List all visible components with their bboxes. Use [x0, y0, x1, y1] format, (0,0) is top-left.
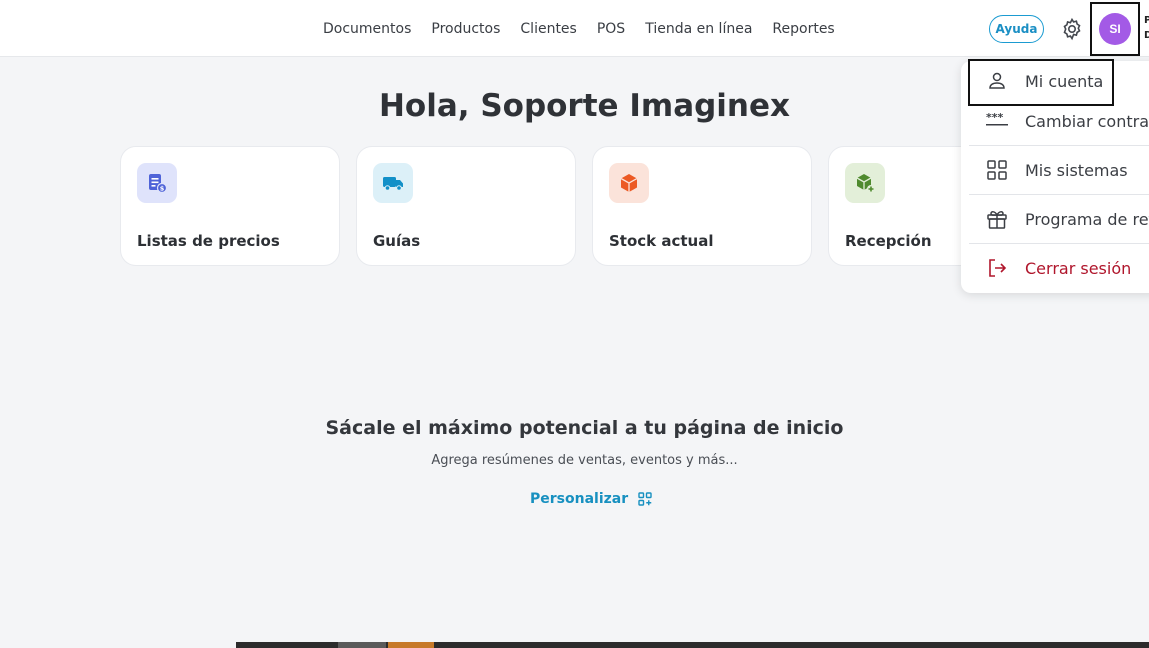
- shortcut-label: Listas de precios: [137, 232, 280, 250]
- box-add-icon: [845, 163, 885, 203]
- nav-item-documentos[interactable]: Documentos: [313, 21, 421, 37]
- menu-item-mis-sistemas[interactable]: Mis sistemas: [969, 150, 1149, 190]
- menu-item-label: Cambiar contras: [1025, 111, 1149, 131]
- svg-text:$: $: [160, 185, 165, 193]
- empty-state-subtitle: Agrega resúmenes de ventas, eventos y má…: [431, 453, 738, 468]
- menu-item-label: Programa de refe: [1025, 209, 1149, 229]
- menu-divider: [969, 145, 1149, 146]
- nav-item-tienda-en-linea[interactable]: Tienda en línea: [635, 21, 762, 37]
- grid-icon: [987, 160, 1007, 180]
- top-bar: Documentos Productos Clientes POS Tienda…: [0, 0, 1149, 57]
- shortcut-card-listas-de-precios[interactable]: $ Listas de precios: [120, 146, 340, 266]
- menu-item-programa-de-referidos[interactable]: Programa de refe: [969, 199, 1149, 239]
- price-list-icon: $: [137, 163, 177, 203]
- personalize-label: Personalizar: [530, 491, 629, 507]
- nav-item-reportes[interactable]: Reportes: [762, 21, 844, 37]
- taskbar-item[interactable]: [388, 642, 434, 648]
- shortcut-card-guias[interactable]: Guías: [356, 146, 576, 266]
- menu-item-label: Mis sistemas: [1025, 160, 1128, 180]
- menu-item-label: Cerrar sesión: [1025, 258, 1132, 278]
- user-menu: Mi cuenta *** Cambiar contras Mis sistem…: [961, 61, 1149, 293]
- nav-item-clientes[interactable]: Clientes: [510, 21, 586, 37]
- user-icon: [989, 72, 1005, 89]
- nav-item-productos[interactable]: Productos: [421, 21, 510, 37]
- empty-state-title: Sácale el máximo potencial a tu página d…: [325, 417, 844, 439]
- avatar: SI: [1099, 13, 1131, 45]
- truck-icon: [373, 163, 413, 203]
- logout-icon: [989, 259, 1007, 277]
- password-icon: ***: [986, 111, 1008, 126]
- menu-divider: [969, 243, 1149, 244]
- gear-icon[interactable]: [1060, 17, 1084, 41]
- user-avatar-button[interactable]: SI: [1090, 2, 1140, 56]
- user-name-truncated: P D: [1144, 15, 1149, 41]
- shortcut-label: Guías: [373, 232, 421, 250]
- main-nav: Documentos Productos Clientes POS Tienda…: [313, 0, 845, 57]
- menu-item-mi-cuenta[interactable]: Mi cuenta: [969, 61, 1149, 101]
- nav-item-pos[interactable]: POS: [587, 21, 635, 37]
- add-widget-icon: [638, 492, 652, 506]
- menu-item-label: Mi cuenta: [1025, 71, 1104, 91]
- shortcut-card-stock-actual[interactable]: Stock actual: [592, 146, 812, 266]
- help-button[interactable]: Ayuda: [989, 15, 1044, 43]
- menu-item-cambiar-contrasena[interactable]: *** Cambiar contras: [969, 101, 1149, 141]
- menu-divider: [969, 194, 1149, 195]
- shortcut-label: Stock actual: [609, 232, 714, 250]
- gift-icon: [987, 211, 1007, 229]
- menu-item-cerrar-sesion[interactable]: Cerrar sesión: [969, 248, 1149, 288]
- personalize-button[interactable]: Personalizar: [530, 489, 652, 509]
- taskbar-item[interactable]: [338, 642, 386, 648]
- shortcut-label: Recepción: [845, 232, 932, 250]
- svg-text:***: ***: [986, 111, 1004, 124]
- box-icon: [609, 163, 649, 203]
